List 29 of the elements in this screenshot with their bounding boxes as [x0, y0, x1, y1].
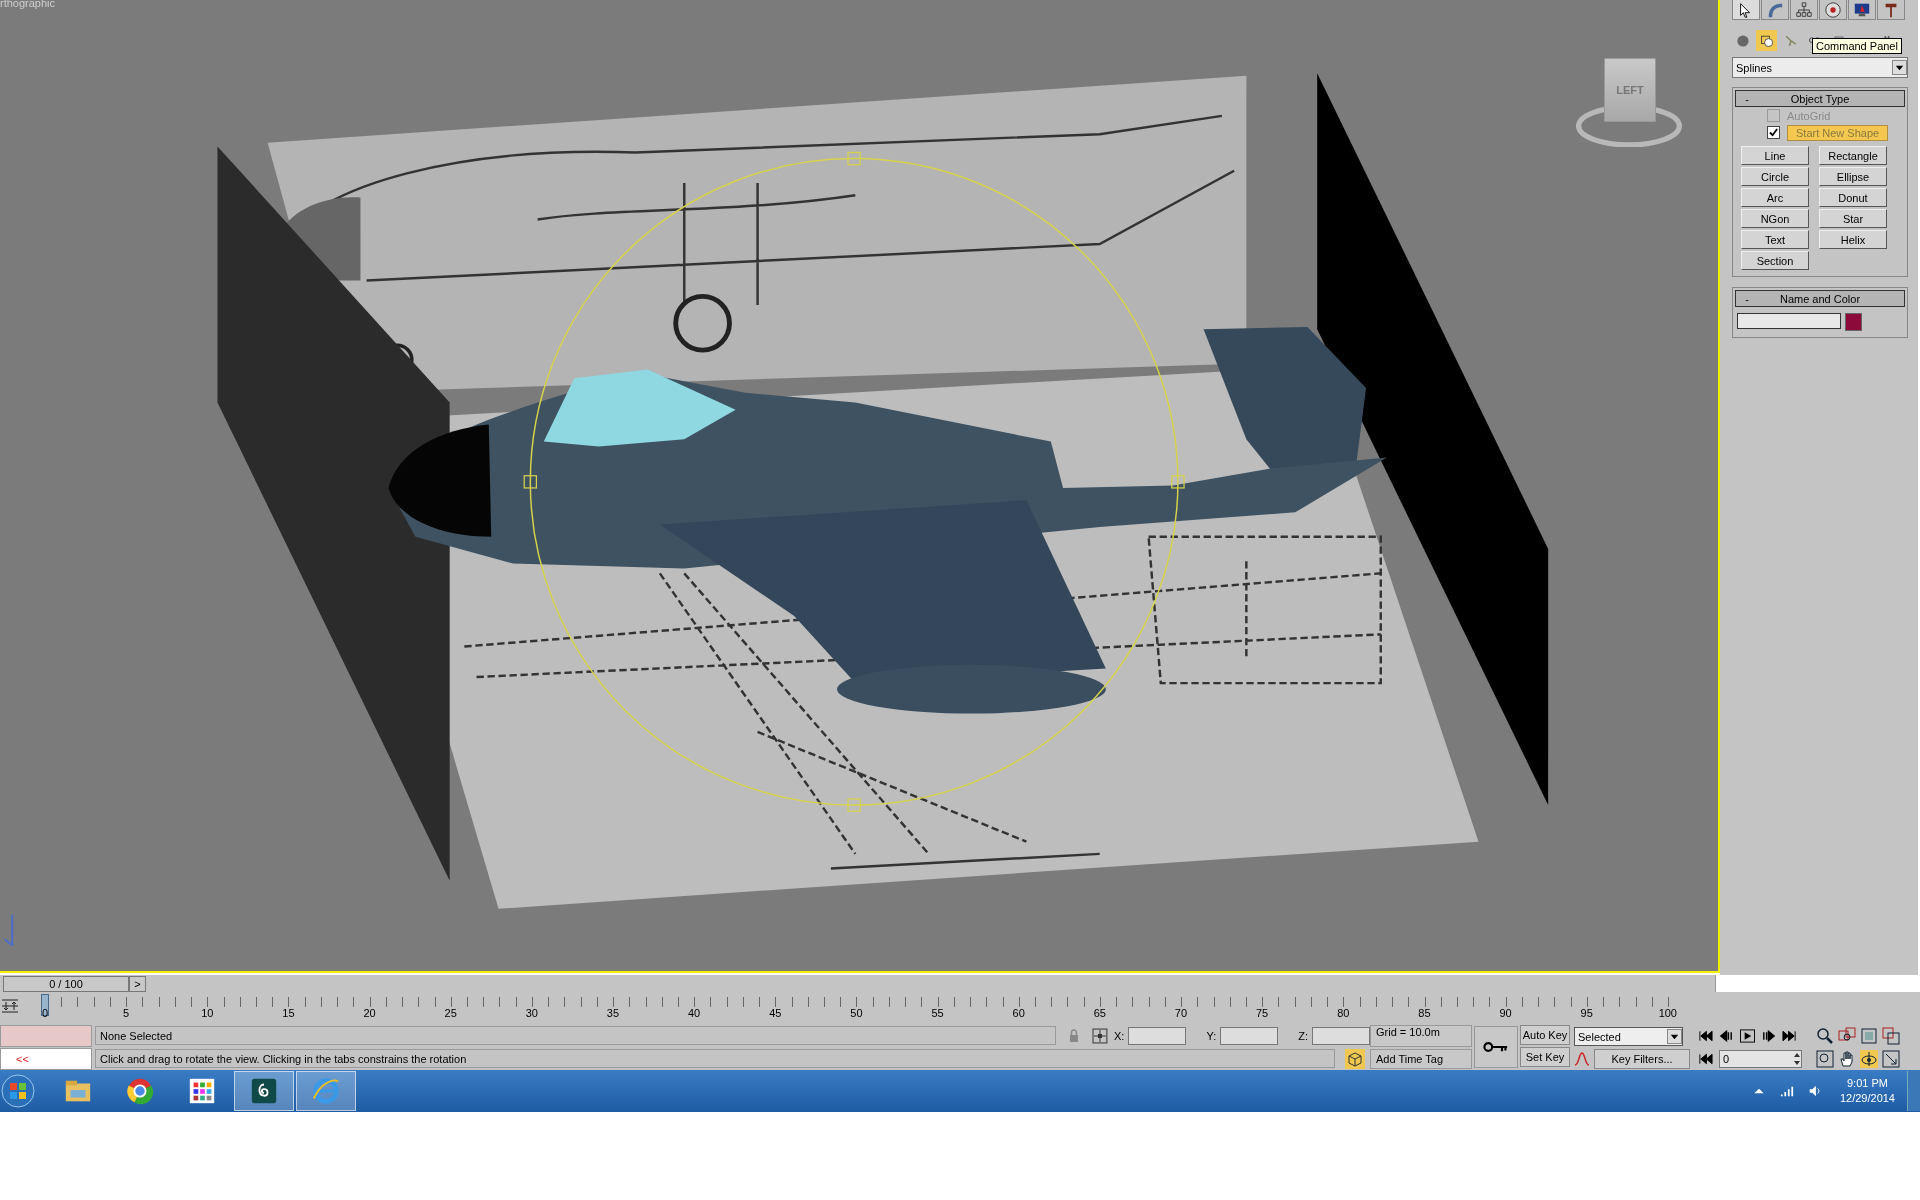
clock-date: 12/29/2014	[1839, 1091, 1895, 1106]
frame-number: 95	[1580, 1007, 1593, 1019]
frame-number: 75	[1256, 1007, 1269, 1019]
frame-number: 100	[1658, 1007, 1677, 1019]
frame-number: 60	[1012, 1007, 1025, 1019]
grid-size-label: Grid = 10.0m	[1370, 1025, 1472, 1047]
frame-number: 5	[123, 1007, 130, 1019]
x-label: X:	[1114, 1029, 1125, 1042]
selection-status: None Selected	[95, 1026, 1057, 1045]
frame-number: 0	[41, 1007, 49, 1019]
frame-number: 50	[850, 1007, 863, 1019]
frame-number: 25	[444, 1007, 457, 1019]
tooltip: Command Panel	[1812, 38, 1902, 54]
frame-number: 15	[282, 1007, 295, 1019]
frame-number: 35	[606, 1007, 620, 1019]
frame-number: 30	[525, 1007, 538, 1019]
frame-number: 85	[1418, 1007, 1431, 1019]
frame-number: 70	[1174, 1007, 1188, 1019]
frame-number: 10	[201, 1007, 214, 1019]
frame-number: 55	[931, 1007, 944, 1019]
z-label: Z:	[1298, 1029, 1308, 1042]
frame-number: 65	[1093, 1007, 1106, 1019]
frame-number: 90	[1499, 1007, 1512, 1019]
frame-number: 45	[769, 1007, 782, 1019]
y-label: Y:	[1206, 1029, 1217, 1042]
frame-number: 20	[363, 1007, 376, 1019]
frame-number: 40	[688, 1007, 701, 1019]
frame-number: 80	[1337, 1007, 1350, 1019]
clock-time: 9:01 PM	[1847, 1076, 1888, 1091]
